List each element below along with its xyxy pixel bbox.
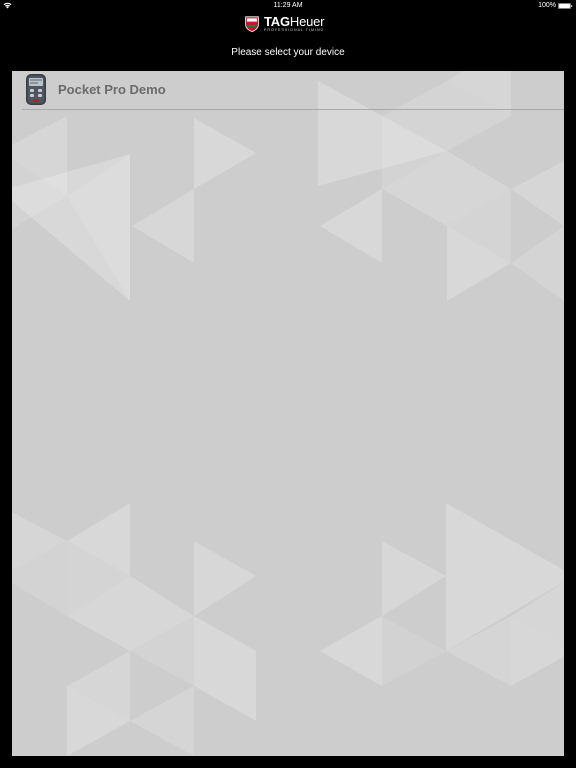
battery-icon bbox=[558, 3, 573, 9]
tag-heuer-logo: TAGHeuer PROFESSIONAL TIMING bbox=[244, 14, 325, 33]
brand-name-bold: TAG bbox=[264, 14, 290, 30]
stopwatch-device-icon bbox=[26, 74, 46, 105]
device-list-item[interactable]: Pocket Pro Demo bbox=[12, 71, 564, 109]
brand-subtitle: PROFESSIONAL TIMING bbox=[264, 28, 325, 33]
brand-wordmark: TAGHeuer PROFESSIONAL TIMING bbox=[264, 14, 325, 33]
brand-name-rest: Heuer bbox=[289, 14, 325, 30]
brand-name: TAGHeuer bbox=[264, 14, 325, 30]
device-name: Pocket Pro Demo bbox=[58, 82, 166, 97]
battery-percentage: 100% bbox=[538, 2, 556, 9]
tag-heuer-emblem-icon bbox=[245, 16, 259, 32]
status-time: 11:29 AM bbox=[273, 2, 303, 9]
row-divider bbox=[22, 109, 564, 110]
device-list-panel: Pocket Pro Demo bbox=[12, 71, 564, 756]
select-device-prompt: Please select your device bbox=[231, 47, 345, 58]
triangle-pattern-background bbox=[12, 71, 564, 756]
status-bar: 11:29 AM 100% bbox=[0, 0, 576, 12]
